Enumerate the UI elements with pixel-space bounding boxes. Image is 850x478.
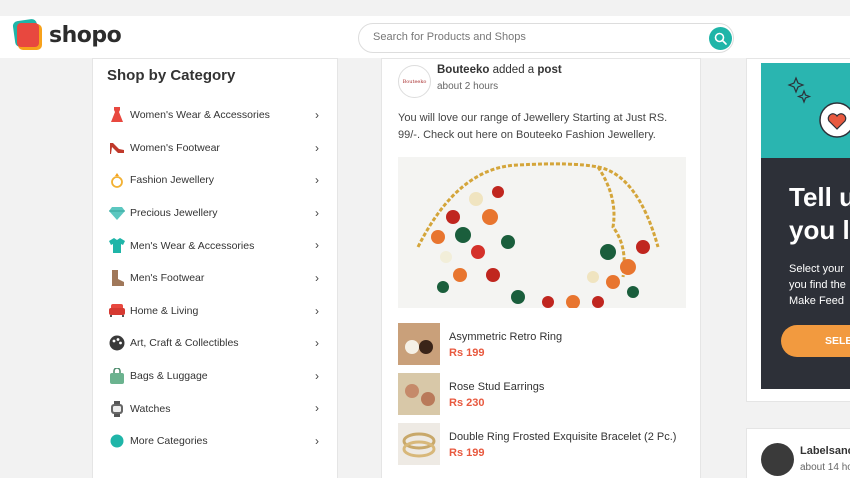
- chevron-right-icon: ›: [315, 336, 319, 351]
- chevron-right-icon: ›: [315, 238, 319, 253]
- category-title: Shop by Category: [107, 67, 236, 84]
- search-button[interactable]: [709, 27, 732, 50]
- ring-icon: [109, 172, 125, 189]
- poster-avatar[interactable]: Bouteeko: [398, 65, 431, 98]
- product-thumbnail[interactable]: [398, 323, 440, 365]
- product-thumbnail[interactable]: [398, 423, 440, 465]
- chevron-right-icon: ›: [315, 108, 319, 122]
- category-item-mens-wear[interactable]: Men's Wear & Accessories ›: [93, 229, 337, 262]
- chevron-right-icon: ›: [315, 205, 319, 220]
- feed-post-card: Bouteeko Bouteeko added a post about 2 h…: [381, 58, 701, 478]
- chevron-right-icon: ›: [315, 433, 319, 448]
- post-text: You will love our range of Jewellery Sta…: [398, 112, 668, 141]
- palette-icon: [109, 335, 125, 351]
- chevron-right-icon: ›: [315, 140, 319, 155]
- poster-name-link[interactable]: Labelsanc: [800, 445, 850, 457]
- logo-text: shopo: [49, 22, 122, 48]
- chevron-right-icon: ›: [315, 401, 319, 416]
- search-icon: [714, 32, 727, 45]
- feed-card-labelsanc: Labelsanc about 14 ho: [746, 428, 850, 478]
- category-item-more[interactable]: More Categories ›: [93, 425, 337, 458]
- category-item-precious-jewellery[interactable]: Precious Jewellery ›: [93, 197, 337, 230]
- sofa-icon: [109, 303, 125, 319]
- chevron-right-icon: ›: [315, 270, 319, 285]
- avatar[interactable]: [761, 443, 794, 476]
- category-item-womens-wear[interactable]: Women's Wear & Accessories ›: [93, 99, 337, 132]
- product-item[interactable]: Rose Stud Earrings Rs 230: [398, 373, 688, 417]
- product-item[interactable]: Asymmetric Retro Ring Rs 199: [398, 323, 688, 367]
- necklace-image[interactable]: [398, 157, 686, 308]
- product-price: Rs 199: [449, 347, 485, 359]
- chevron-right-icon: ›: [315, 368, 319, 383]
- product-name[interactable]: Double Ring Frosted Exquisite Bracelet (…: [449, 431, 676, 443]
- category-item-watches[interactable]: Watches ›: [93, 392, 337, 425]
- shopo-logo[interactable]: shopo: [12, 18, 122, 50]
- diamond-icon: [109, 205, 125, 221]
- product-price: Rs 199: [449, 447, 485, 459]
- shirt-icon: [109, 238, 125, 254]
- promo-heading: Tell u you l: [789, 182, 850, 245]
- chevron-right-icon: ›: [315, 173, 319, 188]
- product-item[interactable]: Double Ring Frosted Exquisite Bracelet (…: [398, 423, 688, 467]
- category-item-mens-footwear[interactable]: Men's Footwear ›: [93, 262, 337, 295]
- category-panel: Shop by Category Women's Wear & Accessor…: [92, 58, 338, 478]
- category-item-home-living[interactable]: Home & Living ›: [93, 295, 337, 328]
- post-timestamp: about 14 ho: [800, 462, 850, 473]
- chevron-right-icon: ›: [315, 303, 319, 318]
- boot-icon: [109, 270, 125, 287]
- select-button[interactable]: SELE: [781, 325, 850, 357]
- search-input[interactable]: [373, 31, 693, 43]
- logo-icon: [12, 18, 44, 50]
- promo-card: Tell u you l Select your you find the Ma…: [746, 58, 850, 402]
- category-item-art-craft[interactable]: Art, Craft & Collectibles ›: [93, 327, 337, 360]
- watch-icon: [109, 400, 125, 417]
- category-item-womens-footwear[interactable]: Women's Footwear ›: [93, 132, 337, 165]
- product-name[interactable]: Rose Stud Earrings: [449, 381, 544, 393]
- post-action-text: added a: [492, 64, 535, 76]
- bag-icon: [109, 368, 125, 385]
- post-header: Bouteeko added a post: [437, 64, 562, 76]
- heel-icon: [109, 140, 125, 156]
- post-timestamp: about 2 hours: [437, 81, 499, 92]
- top-header: shopo: [0, 16, 850, 58]
- product-thumbnail[interactable]: [398, 373, 440, 415]
- post-link[interactable]: post: [537, 64, 561, 76]
- category-item-bags[interactable]: Bags & Luggage ›: [93, 360, 337, 393]
- dress-icon: [109, 107, 125, 123]
- search-bar: [358, 23, 734, 53]
- product-name[interactable]: Asymmetric Retro Ring: [449, 331, 562, 343]
- dot-icon: [109, 433, 125, 449]
- promo-banner: Tell u you l Select your you find the Ma…: [761, 63, 850, 389]
- poster-name-link[interactable]: Bouteeko: [437, 64, 489, 76]
- category-item-fashion-jewellery[interactable]: Fashion Jewellery ›: [93, 164, 337, 197]
- promo-teal-area: [761, 63, 850, 158]
- promo-text: Select your you find the Make Feed: [789, 263, 846, 307]
- category-list: Women's Wear & Accessories › Women's Foo…: [93, 99, 337, 458]
- product-price: Rs 230: [449, 397, 485, 409]
